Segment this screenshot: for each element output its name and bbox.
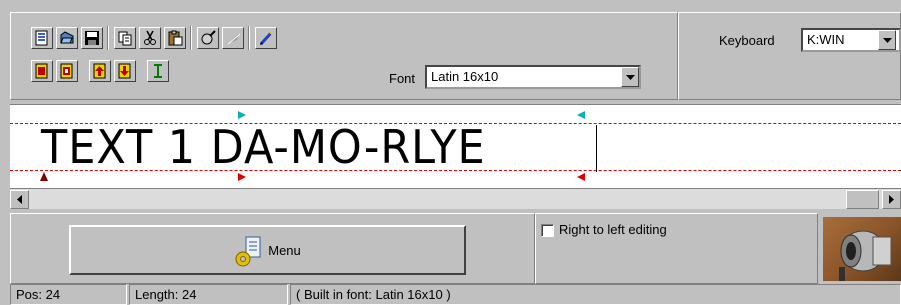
- rtl-checkbox[interactable]: [541, 224, 554, 237]
- new-document-icon[interactable]: [31, 27, 53, 49]
- start-marker-bottom: [238, 173, 246, 181]
- keyboard-select-value: K:WIN: [807, 32, 845, 47]
- keyboard-label: Keyboard: [719, 33, 775, 48]
- camera-icon: [839, 230, 892, 281]
- keyboard-panel: [678, 12, 901, 100]
- font-select[interactable]: Latin 16x10: [425, 65, 641, 89]
- scroll-thumb[interactable]: [846, 190, 879, 209]
- chevron-down-icon[interactable]: [878, 30, 896, 50]
- status-font-info: ( Built in font: Latin 16x10 ): [290, 284, 901, 305]
- insert-down-icon[interactable]: [114, 60, 136, 82]
- font-label: Font: [389, 71, 416, 86]
- rtl-checkbox-label[interactable]: Right to left editing: [559, 222, 667, 237]
- copy-icon[interactable]: [114, 27, 136, 49]
- pen-icon[interactable]: [255, 27, 277, 49]
- insert-up-icon[interactable]: [89, 60, 111, 82]
- scroll-right-button[interactable]: [882, 190, 901, 209]
- end-marker-top: [577, 111, 585, 119]
- camera-thumbnail[interactable]: [823, 217, 901, 281]
- page-red-2-icon[interactable]: [56, 60, 78, 82]
- editor-text: TEXT 1 DA-MO-RLYE: [41, 120, 486, 174]
- disabled-tool-icon[interactable]: [222, 27, 244, 49]
- menu-button[interactable]: Menu: [69, 225, 466, 275]
- edit-tool-icon[interactable]: [197, 27, 219, 49]
- menu-scroll-gear-icon: [235, 236, 261, 267]
- chevron-down-icon[interactable]: [621, 67, 639, 87]
- text-editor-canvas[interactable]: TEXT 1 DA-MO-RLYE: [10, 104, 901, 188]
- end-marker-bottom: [577, 173, 585, 181]
- page-red-icon[interactable]: [31, 60, 53, 82]
- save-disk-icon[interactable]: [81, 27, 103, 49]
- start-marker-top: [238, 111, 246, 119]
- scroll-left-button[interactable]: [10, 190, 29, 209]
- status-position: Pos: 24: [10, 284, 127, 305]
- text-cursor: [596, 125, 597, 172]
- status-length: Length: 24: [129, 284, 288, 305]
- menu-button-label: Menu: [268, 242, 301, 258]
- horizontal-scrollbar[interactable]: [10, 188, 901, 209]
- keyboard-select[interactable]: K:WIN: [801, 28, 901, 52]
- cut-scissors-icon[interactable]: [139, 27, 161, 49]
- paste-clipboard-icon[interactable]: [164, 27, 186, 49]
- font-select-value: Latin 16x10: [431, 69, 499, 84]
- open-folder-icon[interactable]: [56, 27, 78, 49]
- text-cursor-icon[interactable]: [147, 60, 169, 82]
- origin-marker: [40, 172, 48, 181]
